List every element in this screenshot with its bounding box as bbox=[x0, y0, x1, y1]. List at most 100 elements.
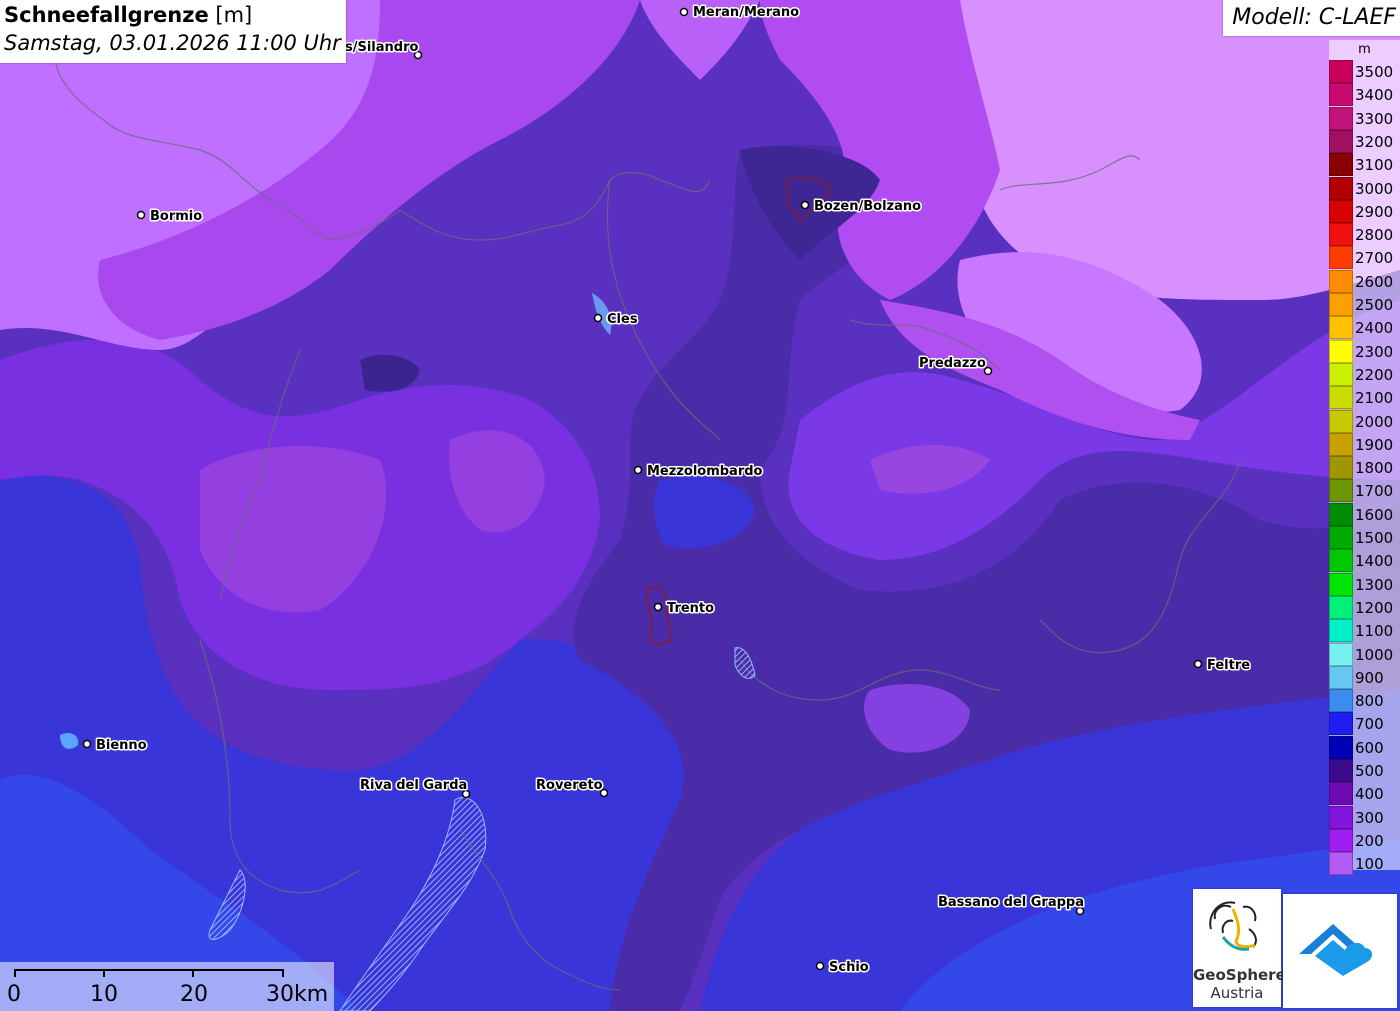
legend-entry: 1200 bbox=[1329, 595, 1400, 619]
forecast-datetime: Samstag, 03.01.2026 11:00 Uhr bbox=[4, 31, 341, 55]
legend-label: 2300 bbox=[1355, 342, 1394, 361]
legend-entry: 1900 bbox=[1329, 432, 1400, 456]
legend-label: 900 bbox=[1355, 668, 1384, 687]
legend-label: 1700 bbox=[1355, 482, 1394, 501]
legend-entry: 300 bbox=[1329, 805, 1400, 829]
legend-entry: 1500 bbox=[1329, 526, 1400, 549]
title-unit: [m] bbox=[215, 3, 253, 27]
model-label: Modell: C-LAEF bbox=[1232, 5, 1396, 30]
model-box: Modell: C-LAEF bbox=[1223, 0, 1400, 36]
scale-line bbox=[14, 969, 284, 971]
legend-label: 1600 bbox=[1355, 505, 1394, 524]
legend-label: 1000 bbox=[1355, 645, 1394, 664]
svg-text:Bassano del Grappa: Bassano del Grappa bbox=[938, 895, 1084, 910]
geosphere-emblem-icon bbox=[1209, 901, 1257, 951]
legend-label: 3400 bbox=[1355, 86, 1394, 105]
svg-text:Cles: Cles bbox=[607, 312, 638, 327]
city-mezzolombardo[interactable]: Mezzolombardo bbox=[633, 463, 764, 481]
svg-text:Riva del Garda: Riva del Garda bbox=[360, 778, 467, 793]
legend-entry: 2700 bbox=[1329, 246, 1400, 270]
legend-label: 2000 bbox=[1355, 412, 1394, 431]
city-meran[interactable]: Meran/Merano bbox=[679, 4, 801, 22]
legend-swatch bbox=[1329, 642, 1353, 666]
legend-entry: 800 bbox=[1329, 689, 1400, 713]
legend-label: 3300 bbox=[1355, 109, 1394, 128]
legend-entry: 2200 bbox=[1329, 362, 1400, 386]
title-text: Schneefallgrenze bbox=[4, 3, 209, 27]
snowfall-line-map[interactable]: Meran/Merano s/Silandro Bormio Bozen/Bol… bbox=[0, 0, 1400, 1011]
legend-swatch bbox=[1329, 83, 1353, 107]
legend-entry: 600 bbox=[1329, 735, 1400, 759]
legend-label: 2200 bbox=[1355, 365, 1394, 384]
legend-entry: 1700 bbox=[1329, 479, 1400, 503]
legend-swatch bbox=[1329, 572, 1353, 596]
legend-swatch bbox=[1329, 712, 1353, 736]
legend-label: 2500 bbox=[1355, 296, 1394, 314]
geosphere-logo-line1: GeoSphere bbox=[1193, 966, 1286, 984]
legend-swatch bbox=[1329, 432, 1353, 456]
legend-label: 1100 bbox=[1355, 622, 1394, 641]
legend-swatch bbox=[1329, 689, 1353, 713]
svg-text:Mezzolombardo: Mezzolombardo bbox=[647, 464, 763, 479]
svg-text:s/Silandro: s/Silandro bbox=[345, 40, 419, 55]
legend-entry: 1600 bbox=[1329, 502, 1400, 526]
legend-swatch bbox=[1329, 502, 1353, 526]
legend-swatch bbox=[1329, 153, 1353, 177]
legend-label: 2600 bbox=[1355, 272, 1394, 291]
city-bolzano[interactable]: Bozen/Bolzano bbox=[800, 198, 923, 216]
legend-swatch bbox=[1329, 339, 1353, 363]
legend-swatch bbox=[1329, 269, 1353, 293]
legend-swatch bbox=[1329, 456, 1353, 480]
legend-label: 700 bbox=[1355, 715, 1384, 734]
legend-swatch bbox=[1329, 316, 1353, 340]
legend-entry: 1800 bbox=[1329, 456, 1400, 480]
legend-label: 2700 bbox=[1355, 249, 1394, 268]
scale-tick bbox=[103, 969, 105, 977]
legend-swatch bbox=[1329, 293, 1353, 316]
legend-label: 1400 bbox=[1355, 552, 1394, 571]
legend-swatch bbox=[1329, 759, 1353, 782]
legend-label: 1200 bbox=[1355, 598, 1394, 617]
svg-text:Bienno: Bienno bbox=[96, 738, 147, 753]
legend-entry: 1100 bbox=[1329, 619, 1400, 643]
geosphere-logo[interactable]: GeoSphere Austria bbox=[1193, 889, 1286, 1007]
svg-text:Bormio: Bormio bbox=[150, 209, 202, 224]
legend-entry: 3100 bbox=[1329, 153, 1400, 177]
legend-entry: 1000 bbox=[1329, 642, 1400, 666]
legend-entry: 3400 bbox=[1329, 83, 1400, 107]
legend-swatch bbox=[1329, 805, 1353, 829]
weather-app-logo[interactable] bbox=[1283, 894, 1397, 1008]
legend-label: 3200 bbox=[1355, 132, 1394, 151]
legend-swatch bbox=[1329, 782, 1353, 806]
geosphere-logo-line2: Austria bbox=[1210, 984, 1264, 1002]
legend-swatch bbox=[1329, 129, 1353, 153]
legend-label: 300 bbox=[1355, 808, 1384, 827]
legend-entry: 2500 bbox=[1329, 293, 1400, 316]
legend-label: 2800 bbox=[1355, 226, 1394, 245]
legend-label: 1500 bbox=[1355, 529, 1394, 547]
scale-tick bbox=[14, 969, 16, 977]
legend-label: 500 bbox=[1355, 762, 1384, 780]
legend-label: 400 bbox=[1355, 785, 1384, 804]
title-box: Schneefallgrenze [m] Samstag, 03.01.2026… bbox=[0, 0, 346, 63]
legend-entry: 2000 bbox=[1329, 409, 1400, 433]
legend-swatch bbox=[1329, 386, 1353, 410]
legend-swatch bbox=[1329, 852, 1353, 876]
legend-entry: 3300 bbox=[1329, 106, 1400, 130]
legend-entry: 500 bbox=[1329, 759, 1400, 782]
house-cloud-icon bbox=[1299, 924, 1373, 976]
scale-label-10: 10 bbox=[90, 982, 118, 1007]
legend-swatch bbox=[1329, 106, 1353, 130]
legend-entry: 3500 bbox=[1329, 60, 1400, 83]
legend-entry: 2100 bbox=[1329, 386, 1400, 410]
legend-label: 2900 bbox=[1355, 202, 1394, 221]
legend-entry: 400 bbox=[1329, 782, 1400, 806]
legend-swatch bbox=[1329, 409, 1353, 433]
legend-unit: m bbox=[1358, 42, 1371, 57]
scale-label-30km: 30km bbox=[266, 982, 329, 1007]
legend-entry: 2400 bbox=[1329, 316, 1400, 340]
legend-label: 3500 bbox=[1355, 63, 1394, 81]
legend-entry: 900 bbox=[1329, 665, 1400, 689]
legend-label: 3100 bbox=[1355, 156, 1394, 175]
legend-swatch bbox=[1329, 735, 1353, 759]
